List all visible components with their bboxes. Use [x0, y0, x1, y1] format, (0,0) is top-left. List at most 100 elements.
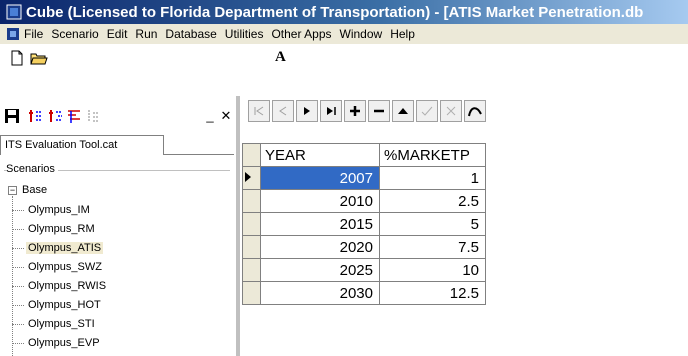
- remove-scenario-icon[interactable]: [86, 108, 102, 124]
- prior-record-icon: [279, 106, 287, 116]
- cell-marketp[interactable]: 10: [379, 258, 486, 282]
- row-indicator[interactable]: [242, 235, 261, 259]
- tree-item-olympus-hot[interactable]: Olympus_HOT: [12, 296, 103, 314]
- row-indicator[interactable]: [242, 212, 261, 236]
- triangle-up-icon: [398, 108, 408, 114]
- cell-marketp[interactable]: 2.5: [379, 189, 486, 213]
- row-indicator[interactable]: [242, 258, 261, 282]
- collapse-icon[interactable]: −: [8, 185, 17, 195]
- tree-item-label: Olympus_RM: [28, 223, 95, 235]
- tree-root-base[interactable]: − Base: [8, 184, 47, 196]
- tree-root-label: Base: [22, 184, 48, 196]
- menu-edit[interactable]: Edit: [107, 27, 128, 41]
- prior-record-button[interactable]: [272, 100, 294, 122]
- open-folder-icon[interactable]: [30, 49, 48, 67]
- table-row[interactable]: 2025 10: [242, 258, 486, 282]
- cell-year[interactable]: 2007: [260, 166, 380, 190]
- menu-other-apps[interactable]: Other Apps: [271, 27, 331, 41]
- cell-year[interactable]: 2015: [260, 212, 380, 236]
- tree-item-olympus-swz[interactable]: Olympus_SWZ: [12, 258, 104, 276]
- minus-icon: [374, 109, 384, 113]
- last-record-icon: [327, 107, 336, 115]
- tree-item-label: Olympus_IM: [28, 204, 90, 216]
- first-record-icon: [254, 106, 264, 116]
- menu-run[interactable]: Run: [135, 27, 157, 41]
- cell-year[interactable]: 2030: [260, 281, 380, 305]
- menu-utilities[interactable]: Utilities: [225, 27, 264, 41]
- document-window-icon[interactable]: [6, 27, 20, 41]
- font-button[interactable]: A: [275, 49, 286, 66]
- tree-item-olympus-rm[interactable]: Olympus_RM: [12, 220, 97, 238]
- table-row[interactable]: 2030 12.5: [242, 281, 486, 305]
- cancel-x-icon: [446, 106, 456, 116]
- save-icon[interactable]: [4, 108, 20, 124]
- menu-database[interactable]: Database: [165, 27, 216, 41]
- tree-item-label: Olympus_HOT: [28, 299, 101, 311]
- grid-header-row: YEAR %MARKETP: [242, 143, 486, 167]
- refresh-curve-icon: [468, 107, 482, 117]
- cell-marketp[interactable]: 7.5: [379, 235, 486, 259]
- tree-item-label: Olympus_RWIS: [28, 280, 107, 292]
- tab-its-evaluation-tool[interactable]: ITS Evaluation Tool.cat: [0, 135, 164, 155]
- row-indicator[interactable]: [242, 281, 261, 305]
- tree-item-olympus-atis[interactable]: Olympus_ATIS: [12, 239, 104, 257]
- cell-marketp[interactable]: 12.5: [379, 281, 486, 305]
- catalog-toolbar: _ ✕: [0, 102, 240, 130]
- delete-record-button[interactable]: [368, 100, 390, 122]
- pane-splitter[interactable]: [236, 96, 240, 356]
- last-record-button[interactable]: [320, 100, 342, 122]
- close-pane-button[interactable]: ✕: [218, 108, 234, 124]
- checkmark-icon: [421, 106, 433, 116]
- edit-record-button[interactable]: [392, 100, 414, 122]
- post-edit-button[interactable]: [416, 100, 438, 122]
- tree-item-olympus-sti[interactable]: Olympus_STI: [12, 315, 97, 333]
- refresh-data-button[interactable]: [464, 100, 486, 122]
- main-toolbar: A: [0, 44, 688, 72]
- row-header-corner: [242, 143, 261, 167]
- minimize-pane-button[interactable]: _: [202, 108, 218, 124]
- menu-file[interactable]: File: [24, 27, 43, 41]
- row-indicator[interactable]: [242, 166, 261, 190]
- row-indicator[interactable]: [242, 189, 261, 213]
- menu-bar: File Scenario Edit Run Database Utilitie…: [0, 24, 688, 44]
- first-record-button[interactable]: [248, 100, 270, 122]
- cancel-edit-button[interactable]: [440, 100, 462, 122]
- cube-app-icon: [6, 4, 22, 20]
- cell-year[interactable]: 2025: [260, 258, 380, 282]
- new-file-icon[interactable]: [8, 49, 26, 67]
- add-scenario-icon[interactable]: [28, 108, 44, 124]
- cell-marketp[interactable]: 1: [379, 166, 486, 190]
- scenarios-group-label: Scenarios: [6, 163, 58, 175]
- tree-item-olympus-rwis[interactable]: Olympus_RWIS: [12, 277, 108, 295]
- add-child-scenario-icon[interactable]: [48, 108, 64, 124]
- current-row-arrow-icon: [245, 171, 251, 182]
- table-row[interactable]: 2020 7.5: [242, 235, 486, 259]
- title-bar: Cube (Licensed to Florida Department of …: [0, 0, 688, 24]
- scenario-properties-icon[interactable]: [66, 108, 82, 124]
- menu-window[interactable]: Window: [340, 27, 383, 41]
- record-navigator: [240, 96, 688, 124]
- cell-year[interactable]: 2010: [260, 189, 380, 213]
- column-header-marketp[interactable]: %MARKETP: [379, 143, 486, 167]
- table-row[interactable]: 2010 2.5: [242, 189, 486, 213]
- column-header-year[interactable]: YEAR: [260, 143, 380, 167]
- tree-item-label: Olympus_ATIS: [26, 242, 104, 254]
- table-row[interactable]: 2015 5: [242, 212, 486, 236]
- tree-item-label: Olympus_EVP: [28, 337, 100, 349]
- cell-year[interactable]: 2020: [260, 235, 380, 259]
- tree-item-olympus-evp[interactable]: Olympus_EVP: [12, 334, 102, 352]
- menu-scenario[interactable]: Scenario: [51, 27, 98, 41]
- window-title: Cube (Licensed to Florida Department of …: [26, 3, 644, 21]
- tab-underline: [164, 154, 234, 155]
- next-record-icon: [304, 107, 310, 115]
- insert-record-button[interactable]: [344, 100, 366, 122]
- menu-help[interactable]: Help: [390, 27, 415, 41]
- data-grid: YEAR %MARKETP 2007 1 2010 2.5 2015 5 202…: [242, 143, 486, 305]
- plus-icon: [350, 106, 360, 116]
- next-record-button[interactable]: [296, 100, 318, 122]
- table-row[interactable]: 2007 1: [242, 166, 486, 190]
- tree-item-label: Olympus_SWZ: [28, 261, 102, 273]
- tree-item-label: Olympus_STI: [28, 318, 95, 330]
- tree-item-olympus-im[interactable]: Olympus_IM: [12, 201, 92, 219]
- cell-marketp[interactable]: 5: [379, 212, 486, 236]
